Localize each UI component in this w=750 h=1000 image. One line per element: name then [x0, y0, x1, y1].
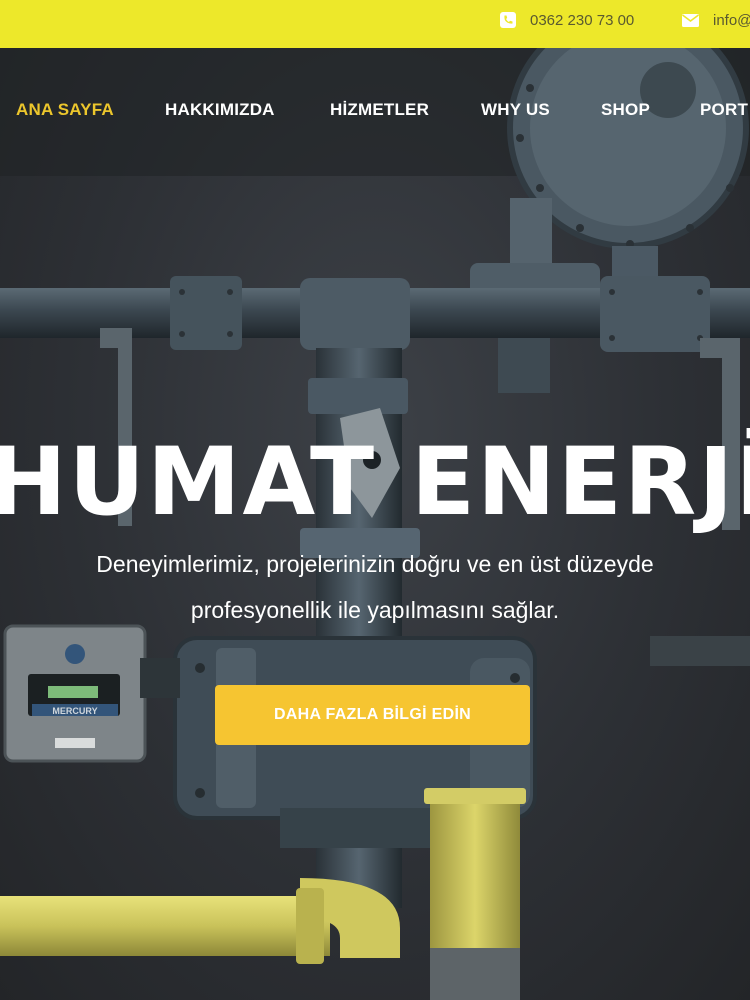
phone-number: 0362 230 73 00 — [530, 11, 635, 29]
hero-title-wrapper: HUMAT ENERJİ — [0, 428, 750, 538]
nav-hizmetler[interactable]: HİZMETLER — [330, 100, 429, 120]
nav-ana-sayfa[interactable]: ANA SAYFA — [16, 100, 114, 120]
phone-contact[interactable]: 0362 230 73 00 — [500, 0, 634, 40]
hero-subtitle-line-2: profesyonellik ile yapılmasını sağlar. — [190, 597, 560, 623]
main-navigation: ANA SAYFA HAKKIMIZDA HİZMETLER WHY US SH… — [0, 48, 750, 176]
more-info-button[interactable]: DAHA FAZLA BİLGİ EDİN — [215, 685, 530, 745]
hero-subtitle-line-1: Deneyimlerimiz, projelerinizin doğru ve … — [96, 551, 654, 577]
hero-subtitle: Deneyimlerimiz, projelerinizin doğru ve … — [30, 541, 720, 633]
hero-title: HUMAT ENERJİ — [0, 428, 750, 537]
email-address: info@ — [713, 11, 750, 29]
phone-icon — [500, 12, 516, 28]
email-contact[interactable]: info@ — [682, 0, 750, 40]
envelope-icon — [682, 13, 699, 27]
nav-shop[interactable]: SHOP — [601, 100, 650, 120]
svg-text:MERCURY: MERCURY — [52, 706, 97, 716]
nav-why-us[interactable]: WHY US — [481, 100, 550, 120]
top-contact-bar: 0362 230 73 00 info@ — [0, 0, 750, 48]
nav-hakkimizda[interactable]: HAKKIMIZDA — [165, 100, 275, 120]
nav-portfolio[interactable]: PORT — [700, 100, 748, 120]
